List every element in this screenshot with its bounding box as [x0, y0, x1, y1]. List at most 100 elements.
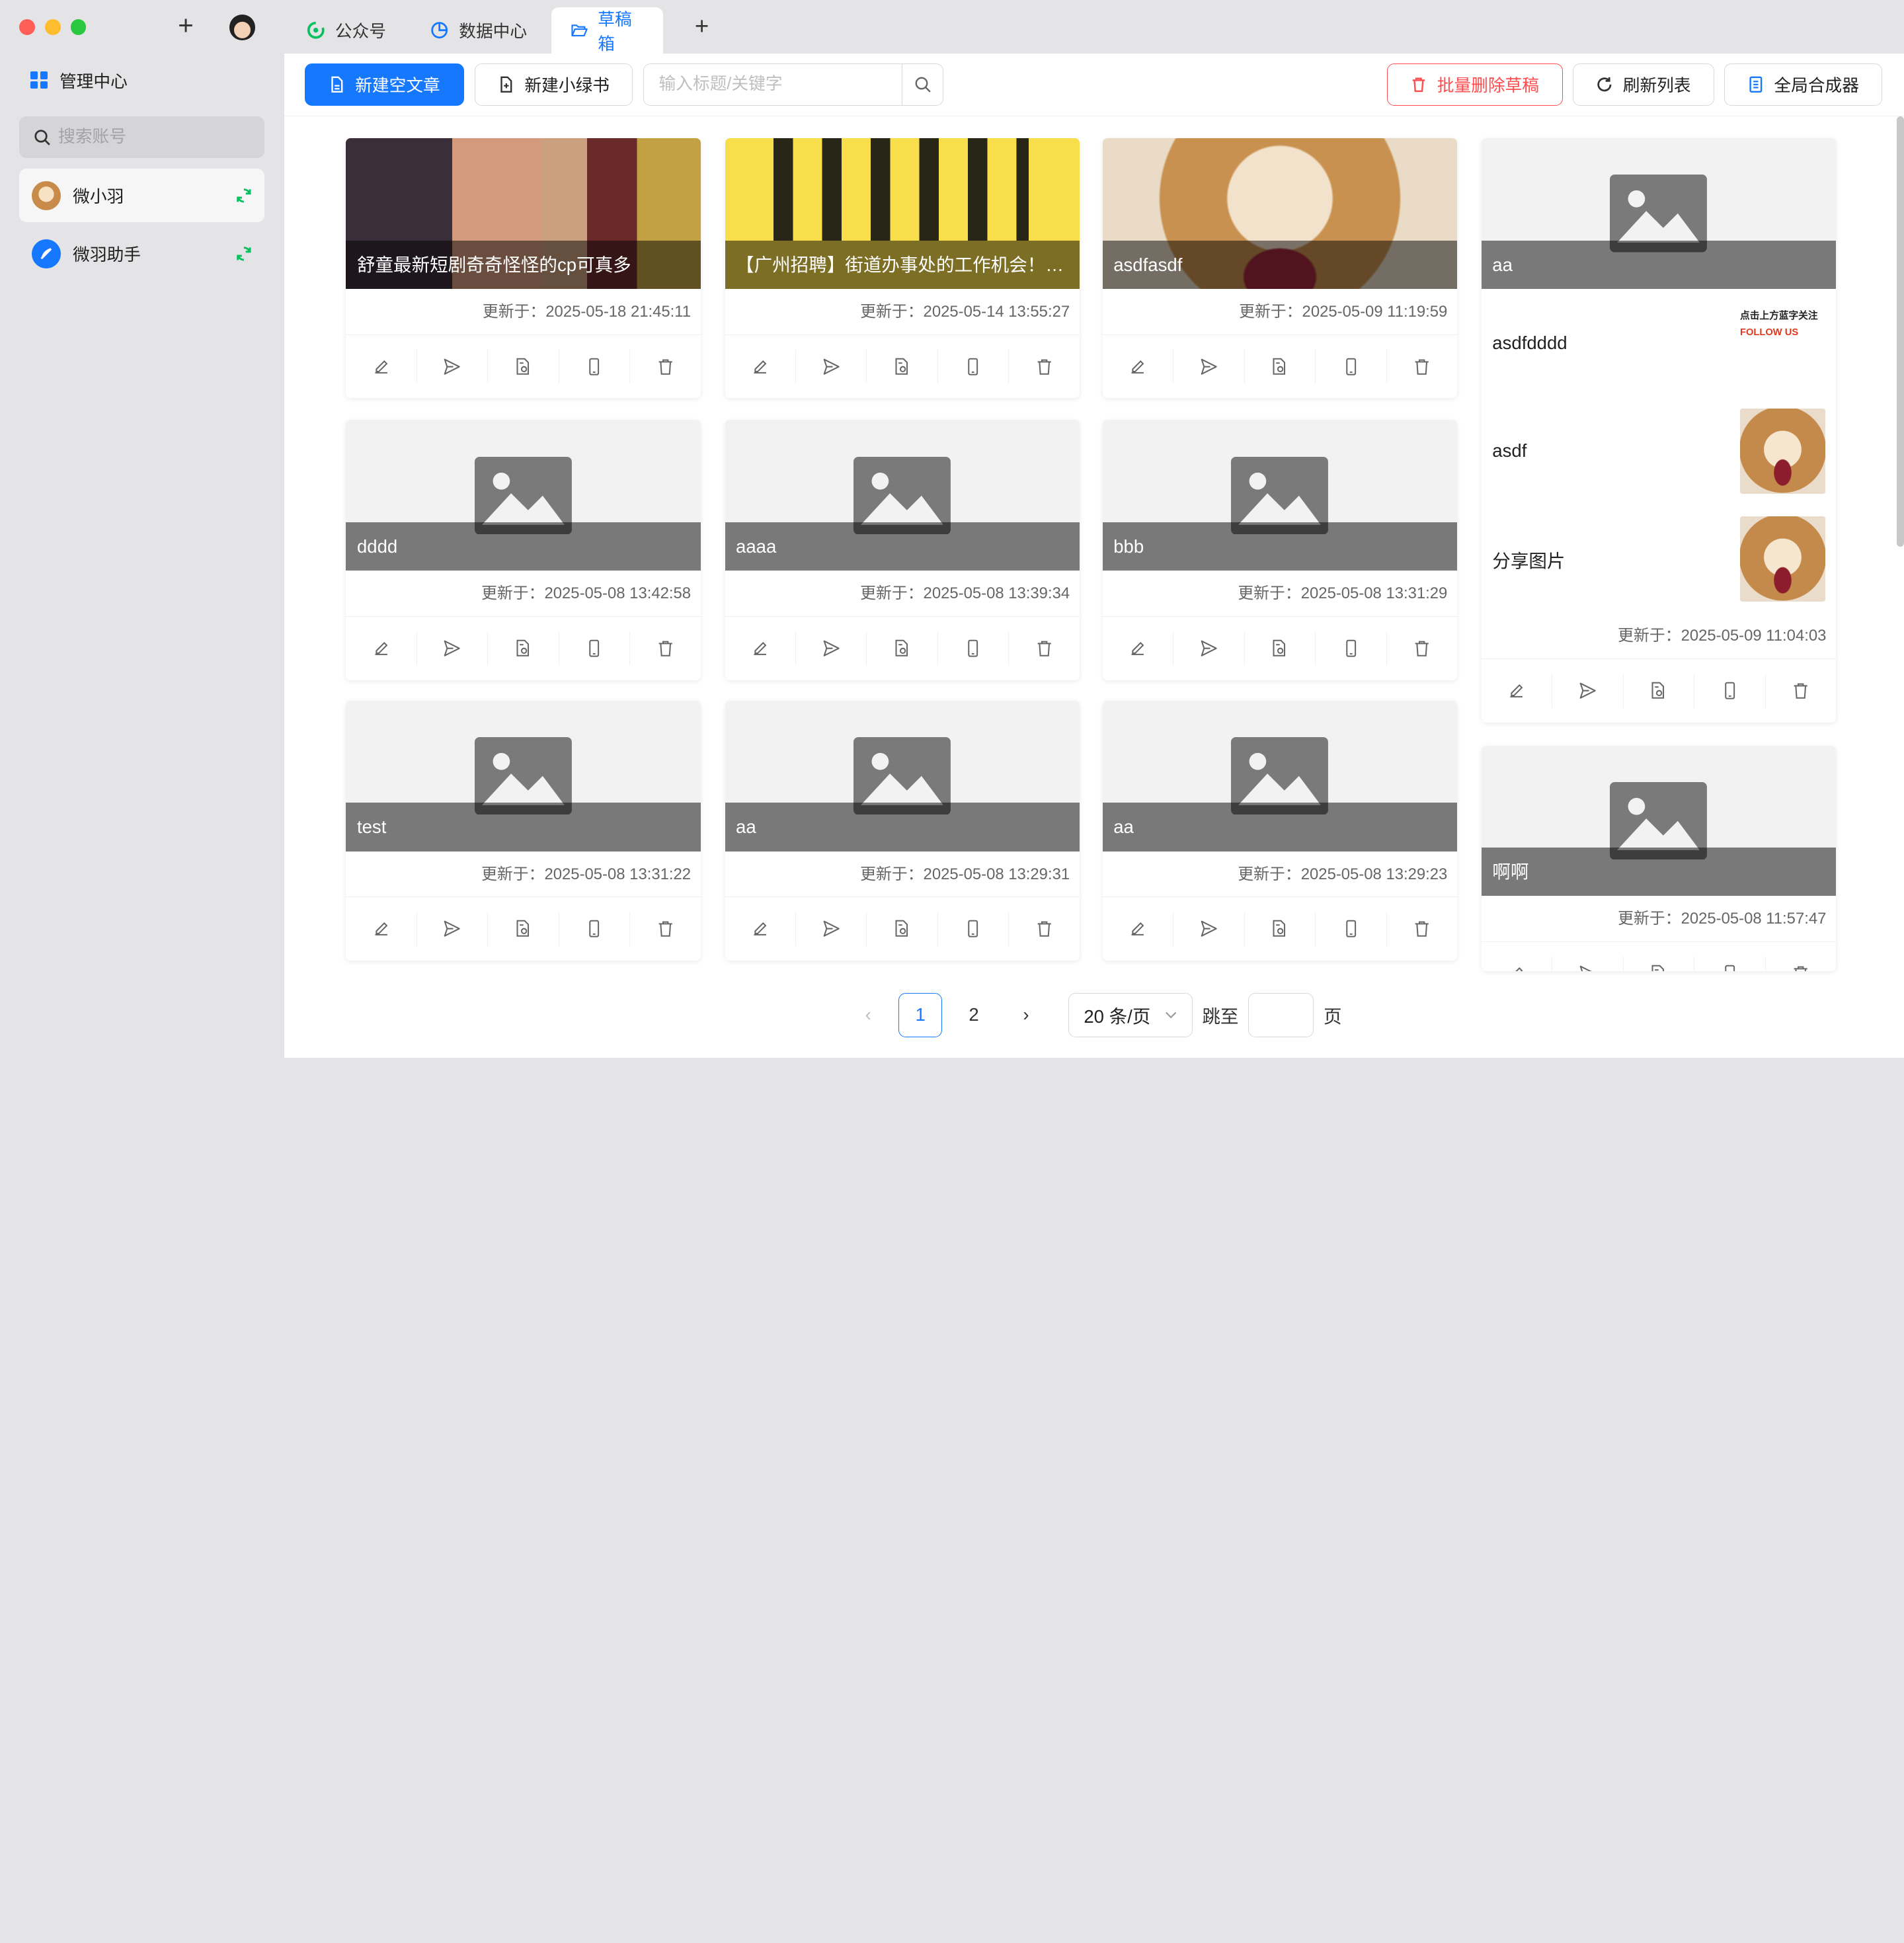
preview-button[interactable]	[1245, 912, 1316, 946]
tab-drafts[interactable]: 草稿箱	[551, 7, 663, 54]
draft-card[interactable]: dddd 更新于：2025-05-08 13:42:58	[346, 420, 701, 680]
delete-button[interactable]	[1766, 957, 1836, 972]
edit-button[interactable]	[346, 349, 417, 384]
mobile-preview-button[interactable]	[1694, 957, 1766, 972]
publish-button[interactable]	[1173, 631, 1245, 666]
edit-button[interactable]	[346, 912, 417, 946]
card-cover[interactable]: test	[346, 700, 701, 852]
publish-button[interactable]	[1552, 957, 1624, 972]
new-article-button[interactable]: 新建空文章	[305, 63, 464, 106]
mobile-preview-button[interactable]	[559, 912, 631, 946]
card-cover[interactable]: 【广州招聘】街道办事处的工作机会！高...	[725, 138, 1080, 290]
preview-button[interactable]	[488, 912, 559, 946]
edit-button[interactable]	[1103, 349, 1174, 384]
edit-button[interactable]	[725, 631, 796, 666]
manage-center-link[interactable]: 管理中心	[30, 68, 128, 93]
draft-card[interactable]: test 更新于：2025-05-08 13:31:22	[346, 700, 701, 961]
page-1-button[interactable]: 1	[898, 993, 943, 1037]
draft-card[interactable]: aa 更新于：2025-05-08 13:29:31	[725, 700, 1080, 961]
search-button[interactable]	[901, 63, 943, 105]
close-window-button[interactable]	[19, 19, 36, 36]
draft-card[interactable]: 【广州招聘】街道办事处的工作机会！高... 更新于：2025-05-14 13:5…	[725, 138, 1080, 399]
edit-button[interactable]	[1482, 957, 1553, 972]
publish-button[interactable]	[796, 631, 867, 666]
card-cover[interactable]: 啊啊	[1481, 745, 1837, 896]
mobile-preview-button[interactable]	[938, 631, 1010, 666]
user-avatar[interactable]	[229, 15, 255, 40]
edit-button[interactable]	[725, 349, 796, 384]
card-cover[interactable]: dddd	[346, 420, 701, 571]
publish-button[interactable]	[417, 912, 489, 946]
account-item-0[interactable]: 微小羽	[19, 169, 265, 223]
preview-button[interactable]	[1245, 631, 1316, 666]
card-cover[interactable]: bbb	[1102, 420, 1458, 571]
prev-page-button[interactable]: ‹	[855, 993, 881, 1037]
mobile-preview-button[interactable]	[938, 349, 1010, 384]
delete-button[interactable]	[630, 350, 700, 383]
delete-button[interactable]	[1387, 912, 1457, 945]
mobile-preview-button[interactable]	[1694, 674, 1766, 708]
delete-button[interactable]	[1387, 350, 1457, 383]
preview-button[interactable]	[488, 349, 559, 384]
sync-icon[interactable]	[235, 187, 253, 204]
card-cover[interactable]: aa	[725, 700, 1080, 852]
card-cover[interactable]: 舒童最新短剧奇奇怪怪的cp可真多	[346, 138, 701, 290]
mobile-preview-button[interactable]	[559, 631, 631, 666]
card-cover[interactable]: asdfasdf	[1102, 138, 1458, 290]
draft-search-input[interactable]	[644, 63, 902, 105]
preview-button[interactable]	[867, 631, 938, 666]
edit-button[interactable]	[1103, 631, 1174, 666]
delete-button[interactable]	[630, 631, 700, 665]
delete-button[interactable]	[1009, 350, 1079, 383]
maximize-window-button[interactable]	[70, 19, 87, 36]
publish-button[interactable]	[417, 349, 489, 384]
page-2-button[interactable]: 2	[952, 993, 996, 1037]
draft-card[interactable]: aa 更新于：2025-05-08 13:29:23	[1102, 700, 1458, 961]
publish-button[interactable]	[1552, 674, 1624, 708]
delete-button[interactable]	[630, 912, 700, 945]
mobile-preview-button[interactable]	[1316, 349, 1387, 384]
edit-button[interactable]	[725, 912, 796, 946]
draft-card[interactable]: aaaa 更新于：2025-05-08 13:39:34	[725, 420, 1080, 680]
batch-delete-button[interactable]: 批量删除草稿	[1386, 63, 1563, 106]
publish-button[interactable]	[796, 912, 867, 946]
card-cover[interactable]: aa	[1102, 700, 1458, 852]
add-tab-button[interactable]: +	[688, 12, 717, 41]
tab-data-center[interactable]: 数据中心	[411, 7, 547, 54]
minimize-window-button[interactable]	[44, 19, 61, 36]
account-search[interactable]	[19, 116, 265, 158]
scrollbar[interactable]	[1896, 116, 1904, 547]
publish-button[interactable]	[1173, 912, 1245, 946]
preview-button[interactable]	[1624, 957, 1695, 972]
delete-button[interactable]	[1009, 631, 1079, 665]
edit-button[interactable]	[1103, 912, 1174, 946]
jump-page-input[interactable]	[1248, 993, 1314, 1037]
draft-card-bottom[interactable]: 啊啊 更新于：2025-05-08 11:57:47	[1481, 745, 1837, 972]
publish-button[interactable]	[796, 349, 867, 384]
sub-article-item[interactable]: 分享图片	[1482, 505, 1836, 613]
account-item-1[interactable]: 微羽助手	[19, 227, 264, 280]
add-account-button[interactable]: +	[173, 12, 199, 41]
delete-button[interactable]	[1387, 631, 1457, 665]
draft-card[interactable]: bbb 更新于：2025-05-08 13:31:29	[1102, 420, 1458, 680]
mobile-preview-button[interactable]	[1316, 912, 1387, 946]
preview-button[interactable]	[1624, 674, 1695, 708]
preview-button[interactable]	[1245, 349, 1316, 384]
new-xhs-button[interactable]: 新建小绿书	[475, 63, 633, 106]
next-page-button[interactable]: ›	[1013, 993, 1039, 1037]
draft-card[interactable]: asdfasdf 更新于：2025-05-09 11:19:59	[1102, 138, 1458, 399]
mobile-preview-button[interactable]	[559, 349, 631, 384]
synthesizer-button[interactable]: 全局合成器	[1724, 63, 1882, 106]
refresh-list-button[interactable]: 刷新列表	[1572, 63, 1715, 106]
delete-button[interactable]	[1766, 674, 1836, 707]
account-search-input[interactable]	[58, 128, 253, 147]
sync-icon[interactable]	[235, 245, 253, 262]
sub-article-item[interactable]: asdf	[1482, 397, 1836, 505]
draft-card[interactable]: 舒童最新短剧奇奇怪怪的cp可真多 更新于：2025-05-18 21:45:11	[346, 138, 701, 399]
preview-button[interactable]	[867, 912, 938, 946]
mobile-preview-button[interactable]	[938, 912, 1010, 946]
tab-official-account[interactable]: 公众号	[286, 7, 405, 54]
edit-button[interactable]	[1482, 674, 1553, 708]
mobile-preview-button[interactable]	[1316, 631, 1387, 666]
sub-article-item[interactable]: asdfdddd 点击上方蓝字关注 FOLLOW US	[1482, 289, 1836, 397]
